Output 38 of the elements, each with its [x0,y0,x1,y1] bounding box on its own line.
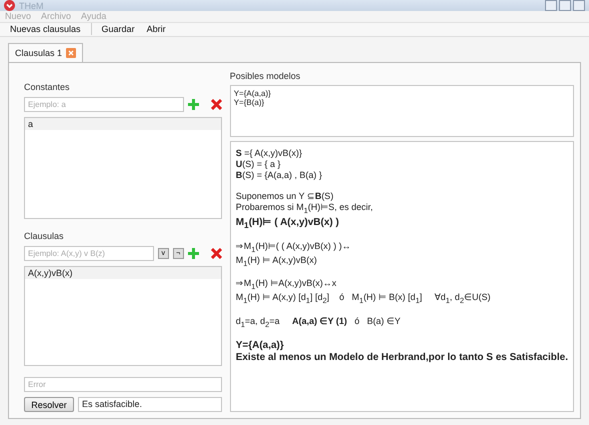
input-field[interactable]: Ejemplo: a [24,97,184,112]
section-label: Constantes [24,82,71,92]
model-text: Y={A(a,a)} [234,89,272,98]
section-label: Posibles modelos [230,71,302,81]
explanation-line: Suponemos un Y ⊆B(S) [236,191,334,201]
toolbar-button[interactable]: Guardar [100,24,137,34]
resolve-button[interactable]: Resolver [24,397,74,412]
close-icon[interactable] [66,48,76,58]
toolbar-button[interactable]: Nuevas clausulas [8,24,83,34]
delete-icon[interactable] [210,99,222,110]
result-field: Es satisfacible. [78,397,222,412]
explanation-line: ⇒M$_{1}$(H) ⊨A(x,y)vB(x)↔x [236,278,338,292]
explanation-line: Y={A(a,a)} [236,340,285,351]
section-label: Clausulas [24,231,65,241]
maximize-button[interactable] [559,0,571,12]
add-icon[interactable] [188,248,199,259]
explanation-line: S ={ A(x,y)vB(x)} [236,148,303,158]
delete-icon[interactable] [210,248,222,259]
minimize-button[interactable] [545,0,557,12]
explanation-line: d$_{1}$=a, d$_{2}$=a A(a,a) ∈Y (1) ó B(a) ∈Y [236,316,402,329]
window-title: THeM [19,0,44,11]
list-item[interactable]: A(x,y)vB(x) [25,267,221,279]
explanation-line: Probaremos si M$_{1}$(H)⊨S, es decir, [236,202,374,215]
close-button[interactable] [573,0,585,12]
add-icon[interactable] [188,99,199,110]
input-field[interactable]: Ejemplo: A(x,y) v B(z) [24,246,154,261]
explanation-line: U(S) = { a } [236,159,282,169]
explanation-line: M$_{1}$(H)⊨ ( A(x,y)vB(x) ) [236,216,340,230]
model-text: Y={B(a)} [234,98,266,107]
tab[interactable]: Clausulas 1 [8,43,84,62]
explanation-line: M$_{1}$(H) ⊨ A(x,y) [d$_{1}$] [d$_{2}$] ó M$_{1}$(H) ⊨ B(x) [d$_{1}$] ∀d$_{1}$, d$_{2}$∈U(S) [236,292,492,305]
error-field[interactable]: Error [24,377,222,392]
explanation-line: B(S) = {A(a,a) , B(a) } [236,170,323,180]
explanation-line: ⇒M$_{1}$(H)⊨( ( A(x,y)vB(x) ) )↔ [236,240,352,254]
toolbar-button[interactable]: Abrir [144,24,168,34]
explanation-line: Existe al menos un Modelo de Herbrand,por lo tanto S es Satisfacible. [236,352,568,363]
explanation-line: M$_{1}$(H) ⊨ A(x,y)vB(x) [236,254,318,268]
list-item[interactable]: a [25,118,221,130]
